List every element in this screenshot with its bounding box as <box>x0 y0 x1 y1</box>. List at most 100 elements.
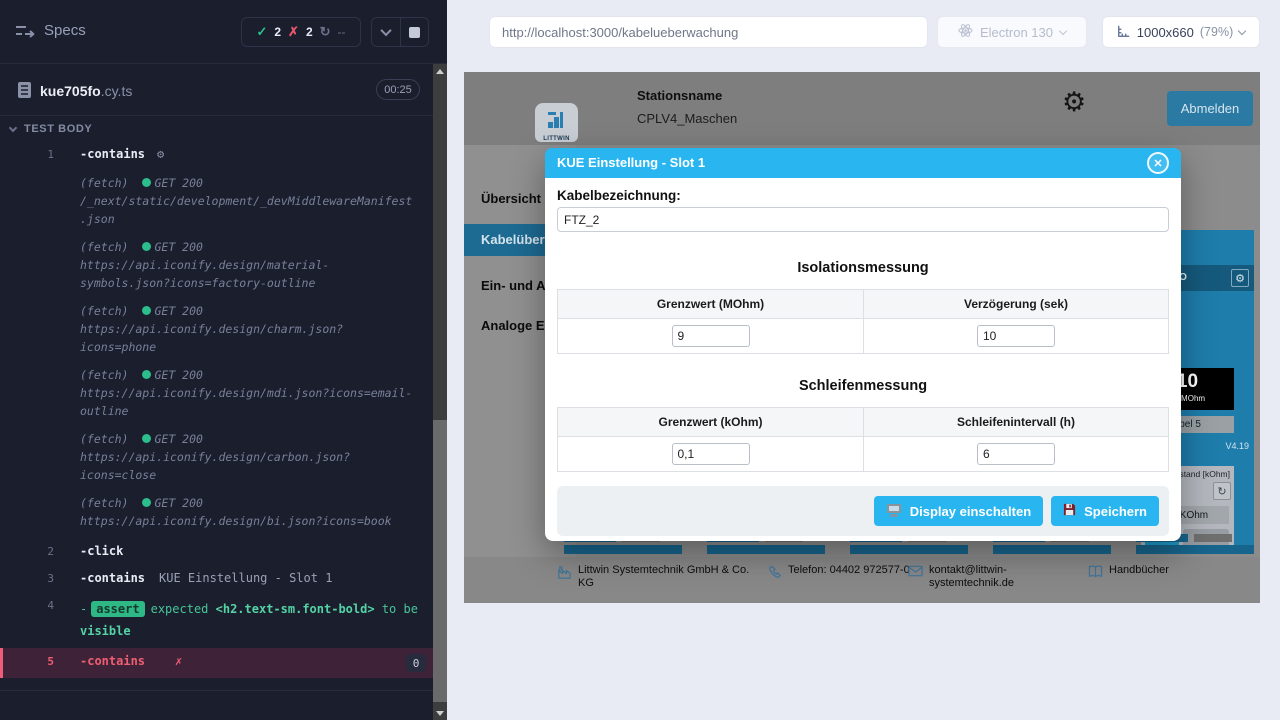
status-dot-icon <box>142 370 151 379</box>
save-button-label: Speichern <box>1084 504 1147 519</box>
nav-uebersicht[interactable]: Übersicht <box>481 191 541 206</box>
loop-col1-header: Grenzwert (kOhm) <box>558 408 863 436</box>
iso-verzoegerung-input[interactable] <box>977 325 1055 347</box>
fetch-url: https://api.iconify.design/charm.json?ic… <box>80 320 418 356</box>
command-name: -click <box>80 544 123 558</box>
scrollbar-thumb[interactable] <box>433 420 447 702</box>
viewport-selector[interactable]: 1000x660 (79%) <box>1102 16 1260 48</box>
speichern-button[interactable]: Speichern <box>1051 496 1159 526</box>
fetch-url: https://api.iconify.design/bi.json?icons… <box>80 512 418 530</box>
chevron-down-icon <box>1238 26 1246 34</box>
failed-count: 2 <box>306 25 313 39</box>
littwin-logo <box>535 103 578 136</box>
fetch-status: GET 200 <box>154 432 202 446</box>
test-stats: ✓ 2 ✗ 2 ↻ -- <box>241 17 361 47</box>
footer-phone: Telefon: 04402 972577-0 <box>768 564 913 582</box>
chevron-down-icon <box>9 123 17 131</box>
station-name: CPLV4_Maschen <box>637 111 737 126</box>
fetch-tag: (fetch) <box>80 496 128 510</box>
card-gear-icon[interactable]: ⚙ <box>1231 269 1249 287</box>
fetch-log-list: (fetch)GET 200/_next/static/development/… <box>80 174 418 530</box>
iso-grenzwert-input[interactable] <box>672 325 750 347</box>
schleifenmessung-table: Grenzwert (kOhm) Schleifenintervall (h) <box>557 407 1169 472</box>
phone-icon <box>768 565 782 582</box>
passed-check-icon: ✓ <box>256 24 267 40</box>
company-text: Littwin Systemtechnik GmbH & Co. KG <box>578 564 750 590</box>
scroll-down-button[interactable] <box>433 706 447 720</box>
command-row-2[interactable]: 2 -click <box>0 544 433 558</box>
cypress-reporter-panel: Specs ✓ 2 ✗ 2 ↻ -- kue705fo.cy.ts 00:25 … <box>0 0 447 720</box>
email-icon <box>908 565 923 590</box>
url-input[interactable] <box>490 17 927 47</box>
spec-basename: kue705fo <box>40 83 101 99</box>
assert-selector: <h2.text-sm.font-bold> <box>216 602 375 616</box>
spec-file-name: kue705fo.cy.ts <box>40 83 132 99</box>
command-name: -contains <box>80 147 145 161</box>
isolationsmessung-table: Grenzwert (MOhm) Verzögerung (sek) <box>557 289 1169 354</box>
command-number: 5 <box>30 655 54 668</box>
assert-dash: - <box>80 602 87 616</box>
fetch-tag: (fetch) <box>80 240 128 254</box>
specs-title: Specs <box>44 22 86 39</box>
schleifenmessung-title: Schleifenmessung <box>557 378 1169 394</box>
fetch-status: GET 200 <box>154 176 202 190</box>
fetch-log[interactable]: (fetch) GET 200 https://api.iconify.design… <box>80 238 418 292</box>
command-row-3[interactable]: 3 -containsKUE Einstellung - Slot 1 <box>0 571 433 585</box>
fetch-log[interactable]: (fetch)GET 200https://api.iconify.design… <box>80 430 418 484</box>
fetch-status: GET 200 <box>154 304 202 318</box>
isolationsmessung-title: Isolationsmessung <box>557 260 1169 276</box>
kabelbezeichnung-input[interactable] <box>557 207 1169 232</box>
browser-selector[interactable]: Electron 130 <box>937 16 1087 48</box>
pending-icon: ↻ <box>320 24 331 40</box>
command-row-4[interactable]: 4 -assertexpected <h2.text-sm.font-bold>… <box>0 598 433 642</box>
loop-col2-header: Schleifenintervall (h) <box>863 408 1168 436</box>
fetch-url: https://api.iconify.design/carbon.json?i… <box>80 448 418 484</box>
fetch-log[interactable]: (fetch) GET 200 https://api.iconify.design… <box>80 494 418 530</box>
fail-count-badge: 0 <box>406 654 426 672</box>
chevron-down-icon <box>380 25 391 36</box>
settings-gear-icon[interactable]: ⚙ <box>1062 89 1086 116</box>
fetch-tag: (fetch) <box>80 304 128 318</box>
assert-mid: to be <box>382 602 418 616</box>
test-body-toggle[interactable]: TEST BODY <box>10 123 92 135</box>
assert-visible: visible <box>80 624 131 638</box>
modal-footer: Display einschalten Speichern <box>557 486 1169 536</box>
collapse-button[interactable] <box>372 18 400 46</box>
arrow-up-icon <box>436 69 444 74</box>
command-row-5-failed[interactable]: 5 -contains ✗ 0 <box>0 648 433 678</box>
spec-file-row[interactable]: kue705fo.cy.ts 00:25 <box>0 70 433 112</box>
scroll-up-button[interactable] <box>433 64 447 78</box>
fetch-status: GET 200 <box>154 496 202 510</box>
command-row-1[interactable]: 1 -contains⚙ <box>0 147 433 161</box>
logout-button[interactable]: Abmelden <box>1167 91 1253 126</box>
fetch-url: https://api.iconify.design/mdi.json?icon… <box>80 384 418 420</box>
modal-body: Kabelbezeichnung: Isolationsmessung Gren… <box>557 178 1169 536</box>
modal-title: KUE Einstellung - Slot 1 <box>557 148 705 178</box>
stop-icon <box>409 27 420 38</box>
footer-manuals[interactable]: Handbücher <box>1088 564 1169 581</box>
fetch-log[interactable]: (fetch)GET 200https://api.iconify.design… <box>80 366 418 420</box>
loop-grenzwert-input[interactable] <box>672 443 750 465</box>
fetch-url: https://api.iconify.design/material-symb… <box>80 256 418 292</box>
status-dot-icon <box>142 306 151 315</box>
fetch-status: GET 200 <box>154 240 202 254</box>
fetch-log[interactable]: (fetch) GET 200 https://api.iconify.design… <box>80 302 418 356</box>
fetch-log[interactable]: (fetch)GET 200/_next/static/development/… <box>80 174 418 228</box>
stop-button[interactable] <box>400 18 429 46</box>
close-icon[interactable]: ✕ <box>1147 152 1169 174</box>
runner-controls <box>371 17 429 47</box>
book-icon <box>1088 565 1103 581</box>
display-einschalten-button[interactable]: Display einschalten <box>874 496 1043 526</box>
iso-col1-header: Grenzwert (MOhm) <box>558 290 863 318</box>
loop-intervall-input[interactable] <box>977 443 1055 465</box>
url-bar[interactable] <box>489 16 928 48</box>
reporter-scrollbar[interactable] <box>433 64 447 720</box>
pending-count: -- <box>338 25 346 39</box>
electron-icon <box>958 23 973 41</box>
refresh-icon[interactable]: ↻ <box>1213 482 1231 500</box>
specs-menu-icon[interactable] <box>15 23 35 44</box>
phone-text: Telefon: 04402 972577-0 <box>788 564 912 582</box>
kabelbezeichnung-label: Kabelbezeichnung: <box>557 188 1169 203</box>
command-number: 4 <box>30 599 54 612</box>
app-header: LITTWIN Stationsname CPLV4_Maschen ⚙ Abm… <box>464 72 1260 145</box>
